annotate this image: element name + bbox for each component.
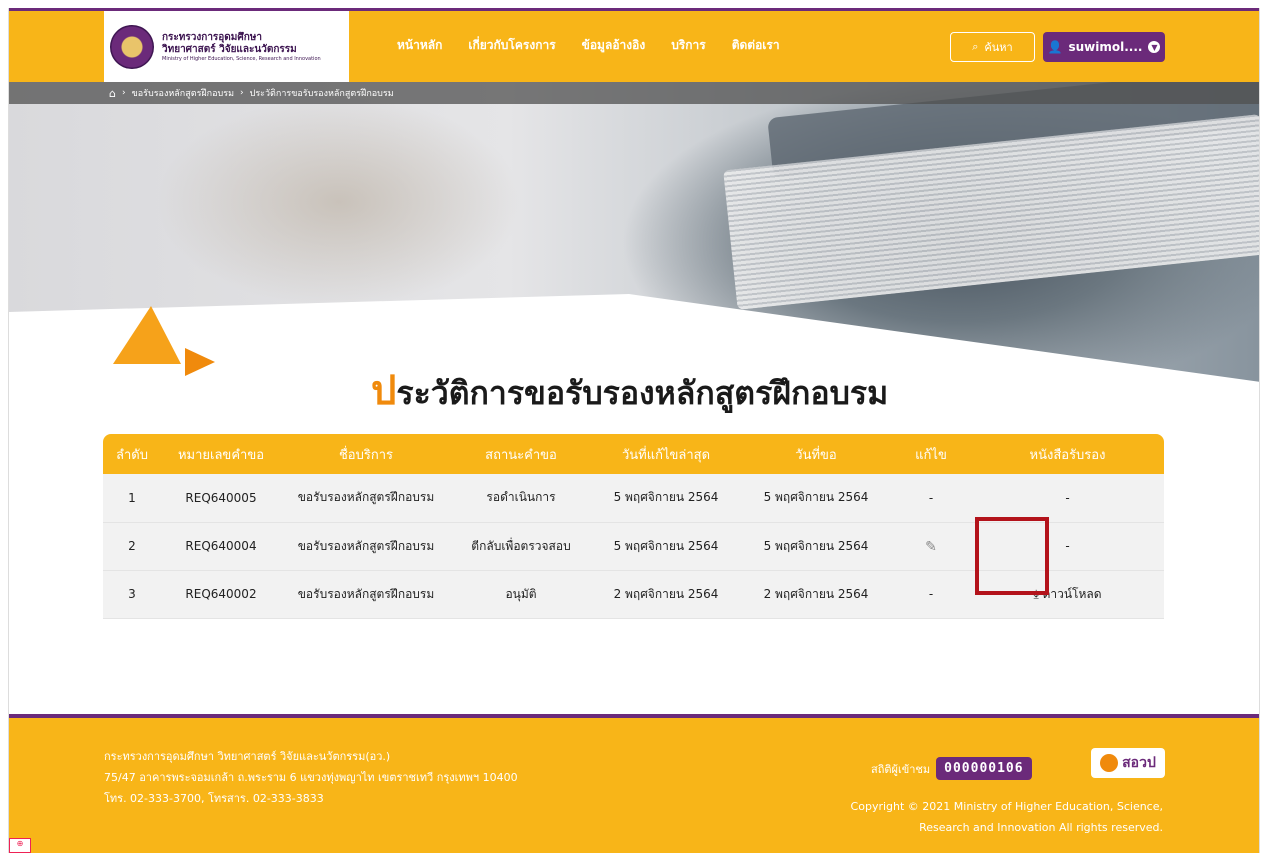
col-no: ลำดับ	[103, 434, 161, 474]
col-updated: วันที่แก้ไขล่าสุด	[591, 434, 741, 474]
page-title: ประวัติการขอรับรองหลักสูตรฝึกอบรม	[371, 368, 889, 414]
col-status: สถานะคำขอ	[451, 434, 591, 474]
nav-about[interactable]: เกี่ยวกับโครงการ	[468, 36, 555, 55]
breadcrumb-item-certify[interactable]: ขอรับรองหลักสูตรฝึกอบรม	[132, 86, 234, 100]
col-request: หมายเลขคำขอ	[161, 434, 281, 474]
search-label: ค้นหา	[984, 41, 1013, 54]
nav-services[interactable]: บริการ	[671, 36, 706, 55]
footer-address: กระทรวงการอุดมศึกษา วิทยาศาสตร์ วิจัยและ…	[104, 750, 518, 805]
col-cert: หนังสือรับรอง	[971, 434, 1164, 474]
breadcrumb-sep-icon: ›	[240, 88, 244, 98]
visitor-counter: 000000106	[936, 757, 1032, 780]
user-label: suwimol....	[1068, 40, 1143, 54]
site-header: กระทรวงการอุดมศึกษา วิทยาศาสตร์ วิจัยและ…	[9, 8, 1259, 82]
logo-line1: กระทรวงการอุดมศึกษา	[162, 31, 262, 43]
decorative-arrow-icon	[185, 348, 215, 376]
search-button[interactable]: ⌕ ค้นหา	[950, 32, 1035, 62]
table-row: 1 REQ640005 ขอรับรองหลักสูตรฝึกอบรม รอดำ…	[103, 474, 1164, 523]
hero-banner: ⌂ › ขอรับรองหลักสูตรฝึกอบรม › ประวัติการ…	[9, 82, 1259, 392]
nav-home[interactable]: หน้าหลัก	[397, 36, 442, 55]
user-menu-button[interactable]: 👤 suwimol.... ▼	[1043, 32, 1165, 62]
page-frame: กระทรวงการอุดมศึกษา วิทยาศาสตร์ วิจัยและ…	[8, 8, 1260, 853]
logo-line3: Ministry of Higher Education, Science, R…	[162, 55, 321, 62]
brand-logo: สอวป	[1091, 748, 1165, 778]
copyright: Copyright © 2021 Ministry of Higher Educ…	[850, 800, 1163, 834]
corner-badge-icon: ⊕	[9, 838, 31, 853]
col-edit: แก้ไข	[891, 434, 971, 474]
logo-line2: วิทยาศาสตร์ วิจัยและนวัตกรรม	[162, 43, 297, 55]
breadcrumb-sep-icon: ›	[121, 88, 126, 98]
search-icon: ⌕	[972, 40, 979, 53]
hero-white-shape	[9, 294, 1259, 392]
home-icon[interactable]: ⌂	[109, 87, 116, 100]
col-requested: วันที่ขอ	[741, 434, 891, 474]
nav-references[interactable]: ข้อมูลอ้างอิง	[582, 36, 646, 55]
ministry-seal-icon	[110, 24, 154, 69]
col-service: ชื่อบริการ	[281, 434, 451, 474]
brand-label: สอวป	[1122, 755, 1156, 771]
user-icon: 👤	[1047, 40, 1063, 54]
stat-label: สถิติผู้เข้าชม	[871, 762, 931, 776]
brand-mark-icon	[1100, 754, 1119, 772]
visitor-stat: สถิติผู้เข้าชม 000000106	[871, 757, 1032, 780]
decorative-triangle-icon	[113, 306, 181, 364]
breadcrumb-item-history: ประวัติการขอรับรองหลักสูตรฝึกอบรม	[249, 89, 394, 99]
chevron-down-icon: ▼	[1148, 41, 1161, 53]
pencil-icon[interactable]: ✎	[924, 539, 938, 555]
ministry-logo[interactable]: กระทรวงการอุดมศึกษา วิทยาศาสตร์ วิจัยและ…	[104, 11, 349, 82]
edit-highlight-box	[975, 517, 1049, 595]
breadcrumb: ⌂ › ขอรับรองหลักสูตรฝึกอบรม › ประวัติการ…	[9, 82, 1259, 104]
main-nav: หน้าหลัก เกี่ยวกับโครงการ ข้อมูลอ้างอิง …	[397, 36, 806, 55]
site-footer: กระทรวงการอุดมศึกษา วิทยาศาสตร์ วิจัยและ…	[9, 714, 1259, 853]
nav-contact[interactable]: ติดต่อเรา	[732, 36, 780, 55]
table-header-row: ลำดับ หมายเลขคำขอ ชื่อบริการ สถานะคำขอ ว…	[103, 434, 1164, 474]
request-history-table: ลำดับ หมายเลขคำขอ ชื่อบริการ สถานะคำขอ ว…	[103, 434, 1164, 619]
